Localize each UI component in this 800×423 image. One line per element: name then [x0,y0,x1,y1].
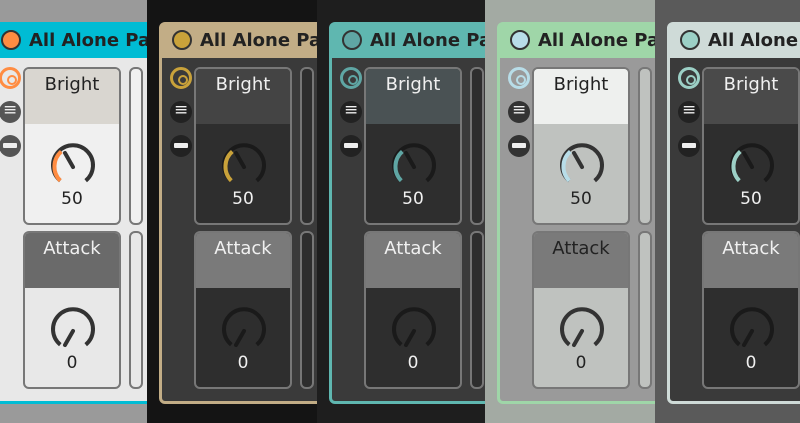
attack-value: 0 [407,353,419,373]
bright-label: Bright [196,69,290,124]
param-peek [470,231,484,389]
param-peek [638,67,652,225]
attack-knob[interactable] [554,303,610,359]
device-color-dot[interactable] [680,30,700,50]
attack-param[interactable]: Attack 0 [194,231,292,389]
device-panel: All Alone Pad Bright 50 Attack [667,22,800,404]
bar-icon[interactable] [0,135,21,157]
title-bar: All Alone Pad [162,25,317,58]
theme-strip-grey-teal: All Alone Pad Bright 50 Attack [655,0,800,423]
param-peek [129,67,143,225]
device-title: All Alone Pad [29,30,147,51]
bright-param[interactable]: Bright 50 [194,67,292,225]
device-color-dot[interactable] [1,30,21,50]
theme-strip-mint: All Alone Pad Bright 50 Attack [485,0,655,423]
list-icon[interactable] [678,100,700,123]
attack-knob[interactable] [45,303,101,359]
device-title: All Alone Pad [538,30,655,51]
title-bar: All Alone Pad [332,25,485,58]
attack-label: Attack [366,233,460,288]
attack-knob[interactable] [724,303,780,359]
param-peek [638,231,652,389]
device-panel: All Alone Pad Bright 50 Attack [497,22,655,404]
attack-value: 0 [66,353,78,373]
device-title: All Alone Pad [708,30,800,51]
attack-value: 0 [237,353,249,373]
device-title: All Alone Pad [200,30,317,51]
title-bar: All Alone Pad [670,25,800,58]
power-icon[interactable] [678,67,700,89]
list-icon[interactable] [0,100,21,123]
power-icon[interactable] [0,67,21,89]
bright-param[interactable]: Bright 50 [364,67,462,225]
device-color-dot[interactable] [510,30,530,50]
attack-param[interactable]: Attack 0 [532,231,630,389]
attack-label: Attack [534,233,628,288]
device-panel: All Alone Pad Bright 50 Attack [329,22,485,404]
device-panel: All Alone Pad Bright 50 Attack [0,22,147,404]
device-panel: All Alone Pad Bright 50 Attack [159,22,317,404]
attack-param[interactable]: Attack 0 [702,231,800,389]
bright-param[interactable]: Bright 50 [23,67,121,225]
bright-value: 50 [61,189,83,209]
device-color-dot[interactable] [342,30,362,50]
power-icon[interactable] [340,67,362,89]
device-color-dot[interactable] [172,30,192,50]
bright-label: Bright [366,69,460,124]
bar-icon[interactable] [508,135,530,157]
theme-strip-light-blue: All Alone Pad Bright 50 Attack [0,0,147,423]
bright-value: 50 [232,189,254,209]
bar-icon[interactable] [678,135,700,157]
theme-strip-teal: All Alone Pad Bright 50 Attack [317,0,485,423]
device-title: All Alone Pad [370,30,485,51]
attack-value: 0 [745,353,757,373]
bright-knob[interactable] [554,139,610,195]
param-peek [470,67,484,225]
attack-label: Attack [704,233,798,288]
bright-value: 50 [740,189,762,209]
param-peek [300,67,314,225]
bright-knob[interactable] [724,139,780,195]
title-bar: All Alone Pad [500,25,655,58]
bright-value: 50 [570,189,592,209]
bright-knob[interactable] [45,139,101,195]
list-icon[interactable] [508,100,530,123]
param-peek [300,231,314,389]
attack-value: 0 [575,353,587,373]
attack-label: Attack [25,233,119,288]
bright-knob[interactable] [216,139,272,195]
list-icon[interactable] [340,100,362,123]
bright-label: Bright [704,69,798,124]
bright-knob[interactable] [386,139,442,195]
list-icon[interactable] [170,100,192,123]
bright-value: 50 [402,189,424,209]
bright-label: Bright [534,69,628,124]
power-icon[interactable] [170,67,192,89]
attack-param[interactable]: Attack 0 [364,231,462,389]
bright-param[interactable]: Bright 50 [532,67,630,225]
bright-param[interactable]: Bright 50 [702,67,800,225]
attack-knob[interactable] [386,303,442,359]
param-peek [129,231,143,389]
theme-strip-tan: All Alone Pad Bright 50 Attack [147,0,317,423]
bar-icon[interactable] [170,135,192,157]
attack-knob[interactable] [216,303,272,359]
attack-label: Attack [196,233,290,288]
bar-icon[interactable] [340,135,362,157]
bright-label: Bright [25,69,119,124]
attack-param[interactable]: Attack 0 [23,231,121,389]
power-icon[interactable] [508,67,530,89]
title-bar: All Alone Pad [0,25,147,58]
